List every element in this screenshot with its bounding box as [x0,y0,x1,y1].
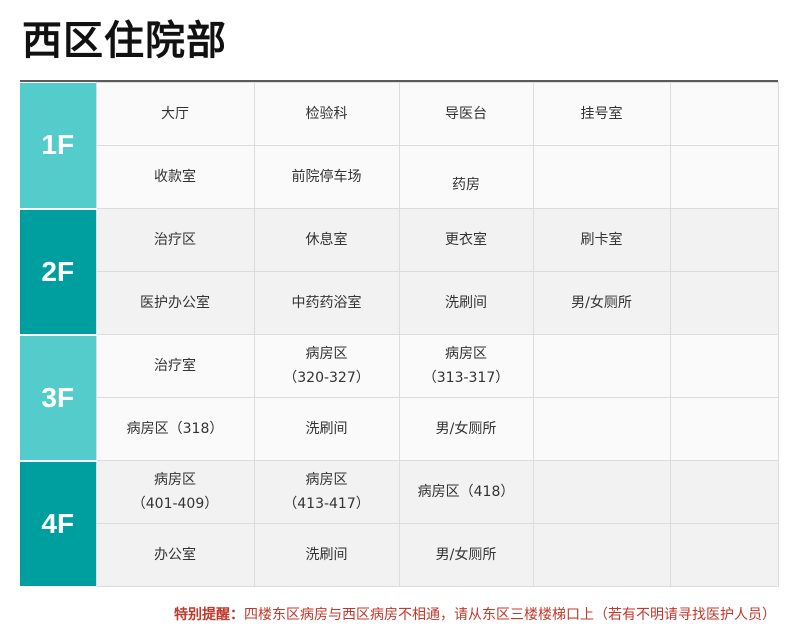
table-row: 2F 治疗区 休息室 更衣室 刷卡室 [20,208,779,336]
room-cell: 治疗室 [95,334,255,398]
room-cell: 前院停车场 [253,145,400,209]
room-cell-line: （413-417） [283,496,370,512]
floor-directory-table: 1F 大厅 检验科 导医台 挂号室 收款室 前院停车场 药房 2F 治疗区 休息室 更衣室 刷卡室 医护办… [20,82,779,588]
room-cell: 收款室 [95,145,255,209]
room-cell: 病房区 （313-317） [398,334,534,398]
room-cell: 检验科 [253,82,400,146]
room-cell [532,460,671,524]
reminder-text: 四楼东区病房与西区病房不相通，请从东区三楼楼梯口上（若有不明请寻找医护人员） [244,607,776,623]
room-cell [532,334,671,398]
floor-group-3f: 3F 治疗室 病房区 （320-327） 病房区 （313-317） 病房区（318） 洗刷间… [20,334,779,462]
room-cell-line: 病房区 [305,346,348,362]
room-cell: 洗刷间 [253,397,400,461]
table-row: 收款室 前院停车场 药房 [20,145,779,209]
table-row: 病房区（318） 洗刷间 男/女厕所 [20,397,779,461]
room-cell: 刷卡室 [532,208,671,272]
room-cell [669,82,779,146]
room-cell [669,334,779,398]
room-cell [669,271,779,335]
room-cell-line: （313-317） [422,370,510,386]
room-cell-line: 病房区 [305,472,348,488]
room-cell: 洗刷间 [253,523,400,587]
table-row: 3F 治疗室 病房区 （320-327） 病房区 （313-317） [20,334,779,462]
table-row: 办公室 洗刷间 男/女厕所 [20,523,779,587]
room-cell: 休息室 [253,208,400,272]
room-cell: 更衣室 [398,208,534,272]
room-cell-line: 病房区 [445,346,487,362]
room-cell: 导医台 [398,82,534,146]
room-cell: 洗刷间 [398,271,534,335]
floor-label-1f: 1F [20,82,96,210]
room-cell [669,145,779,209]
room-cell: 药房 [398,145,534,209]
room-cell: 大厅 [95,82,255,146]
room-cell: 病房区 （401-409） [95,460,255,524]
room-cell: 病房区 （320-327） [253,334,400,398]
room-cell [532,523,671,587]
room-cell: 男/女厕所 [398,397,534,461]
table-row: 4F 病房区 （401-409） 病房区 （413-417） 病房区（418） [20,460,779,588]
room-cell: 中药药浴室 [253,271,400,335]
room-cell: 病房区（318） [95,397,255,461]
room-cell: 医护办公室 [95,271,255,335]
floor-label-2f: 2F [20,208,96,336]
room-cell [532,397,671,461]
floor-group-2f: 2F 治疗区 休息室 更衣室 刷卡室 医护办公室 中药药浴室 洗刷间 男/女厕所 [20,208,779,336]
floor-group-1f: 1F 大厅 检验科 导医台 挂号室 收款室 前院停车场 药房 [20,82,779,210]
room-cell: 男/女厕所 [532,271,671,335]
special-reminder: 特别提醒：四楼东区病房与西区病房不相通，请从东区三楼楼梯口上（若有不明请寻找医护… [174,604,776,624]
room-cell [532,145,671,209]
room-cell: 挂号室 [532,82,671,146]
floor-group-4f: 4F 病房区 （401-409） 病房区 （413-417） 病房区（418） 办公室 洗刷间… [20,460,779,588]
room-cell [669,460,779,524]
room-cell [669,523,779,587]
room-cell [669,397,779,461]
room-cell: 病房区 （413-417） [253,460,400,524]
reminder-label: 特别提醒： [174,607,244,623]
room-cell: 治疗区 [95,208,255,272]
room-cell-line: 病房区 [154,472,196,488]
room-cell-line: （320-327） [283,370,370,386]
room-cell: 办公室 [95,523,255,587]
floor-label-4f: 4F [20,460,96,588]
room-cell: 男/女厕所 [398,523,534,587]
table-row: 医护办公室 中药药浴室 洗刷间 男/女厕所 [20,271,779,335]
page-title: 西区住院部 [22,18,227,64]
floor-label-3f: 3F [20,334,96,462]
room-cell: 病房区（418） [398,460,534,524]
table-row: 1F 大厅 检验科 导医台 挂号室 [20,82,779,210]
room-cell-line: （401-409） [131,496,219,512]
room-cell [669,208,779,272]
